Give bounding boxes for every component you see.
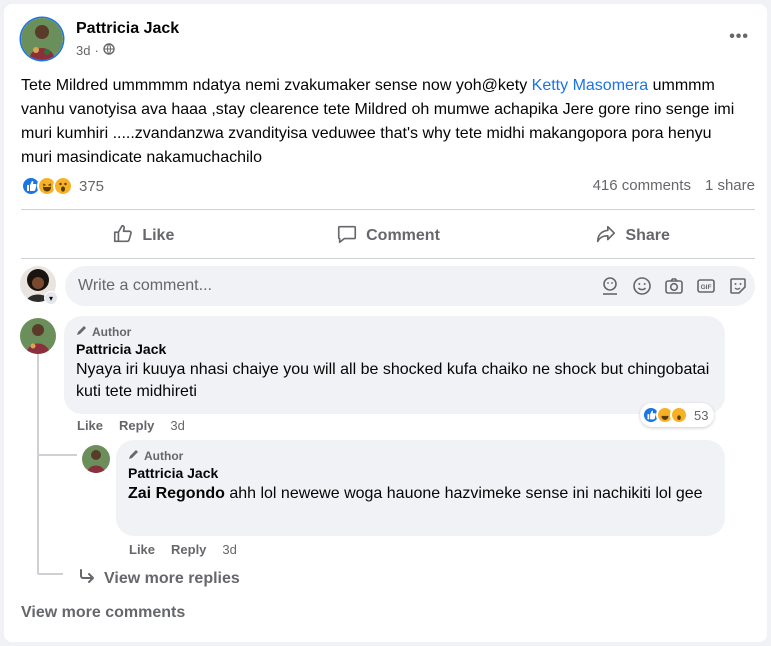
- gif-icon[interactable]: GIF: [695, 275, 717, 302]
- author-badge: Author: [76, 324, 713, 339]
- comment-reactions[interactable]: 53: [640, 403, 715, 427]
- thread-line: [37, 573, 63, 575]
- view-more-comments-button[interactable]: View more comments: [21, 604, 185, 622]
- comment-text: Nyaya iri kuuya nhasi chaiye you will al…: [76, 361, 710, 400]
- replier-avatar[interactable]: [82, 445, 110, 473]
- comment-button[interactable]: Comment: [266, 214, 511, 258]
- reply-bubble: Author Pattricia Jack Zai Regondo ahh lo…: [116, 440, 725, 536]
- author-badge: Author: [128, 448, 713, 463]
- shares-count[interactable]: 1 share: [705, 177, 755, 194]
- post-card: Pattricia Jack 3d · ••• Tete Mildred umm…: [4, 4, 767, 642]
- like-button[interactable]: Like: [21, 214, 266, 258]
- comment-icon: [336, 223, 358, 250]
- divider: [21, 209, 755, 210]
- reply-like-button[interactable]: Like: [129, 542, 155, 557]
- pencil-icon: [76, 324, 88, 339]
- avatar-sticker-icon[interactable]: [599, 275, 621, 302]
- reply-actions: Like Reply 3d: [129, 542, 237, 557]
- replier-name[interactable]: Pattricia Jack: [128, 465, 713, 481]
- post-action-bar: Like Comment Share: [21, 214, 755, 258]
- reaction-count: 375: [79, 177, 105, 195]
- commenter-avatar[interactable]: [20, 318, 56, 354]
- post-time[interactable]: 3d: [76, 43, 90, 58]
- svg-text:GIF: GIF: [701, 284, 712, 291]
- reply-reply-button[interactable]: Reply: [171, 542, 206, 557]
- post-stats: 416 comments 1 share: [593, 177, 755, 194]
- more-options-button[interactable]: •••: [729, 28, 749, 46]
- globe-icon: [103, 43, 115, 58]
- thread-line: [37, 354, 39, 574]
- share-button[interactable]: Share: [510, 214, 755, 258]
- author-avatar[interactable]: [21, 18, 63, 60]
- post-meta: 3d ·: [76, 43, 115, 58]
- chevron-down-icon[interactable]: ▾: [44, 291, 58, 305]
- composer-icons: GIF: [599, 275, 749, 302]
- camera-icon[interactable]: [663, 275, 685, 302]
- sticker-icon[interactable]: [727, 275, 749, 302]
- post-reactions[interactable]: 375: [21, 176, 104, 196]
- reply-time[interactable]: 3d: [222, 542, 236, 557]
- pencil-icon: [128, 448, 140, 463]
- thumbs-up-icon: [112, 223, 134, 250]
- comment-composer: GIF: [65, 266, 755, 306]
- emoji-icon[interactable]: [631, 275, 653, 302]
- post-author-name[interactable]: Pattricia Jack: [76, 20, 179, 38]
- reply-text: Zai Regondo ahh lol newewe woga hauone h…: [128, 485, 703, 502]
- view-more-replies-button[interactable]: View more replies: [78, 567, 240, 590]
- reply-mention[interactable]: Zai Regondo: [128, 485, 225, 502]
- comment-time[interactable]: 3d: [170, 418, 184, 433]
- wow-reaction-icon: [670, 406, 688, 424]
- comment-input[interactable]: [65, 266, 565, 306]
- reply-arrow-icon: [78, 567, 96, 590]
- post-body: Tete Mildred ummmmm ndatya nemi zvakumak…: [21, 77, 735, 166]
- share-icon: [595, 223, 617, 250]
- divider: [21, 258, 755, 259]
- comment-actions: Like Reply 3d: [77, 418, 185, 433]
- comment-like-button[interactable]: Like: [77, 418, 103, 433]
- commenter-name[interactable]: Pattricia Jack: [76, 341, 713, 357]
- comments-count[interactable]: 416 comments: [593, 177, 691, 194]
- comment-reply-button[interactable]: Reply: [119, 418, 154, 433]
- comment-bubble: Author Pattricia Jack Nyaya iri kuuya nh…: [64, 316, 725, 414]
- wow-reaction-icon: [53, 176, 73, 196]
- comment-reaction-count: 53: [694, 407, 709, 423]
- thread-line: [37, 454, 77, 456]
- mention-link[interactable]: Ketty Masomera: [532, 77, 648, 94]
